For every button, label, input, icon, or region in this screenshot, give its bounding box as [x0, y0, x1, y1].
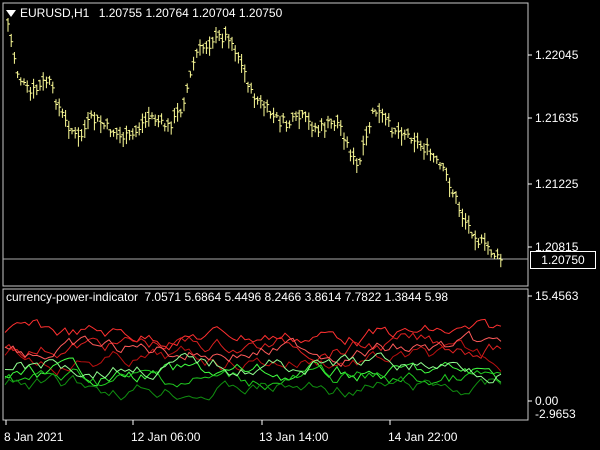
indicator-name: currency-power-indicator: [6, 290, 139, 304]
ohlc-open: 1.20755: [98, 6, 143, 20]
current-price-tag: 1.20750: [530, 251, 596, 269]
time-axis-label: 12 Jan 06:00: [131, 430, 201, 444]
indicator-lines: [4, 318, 502, 401]
time-axis-label: 13 Jan 14:00: [259, 430, 329, 444]
main-pane-frame: [2, 2, 529, 287]
mt4-chart-window: { "chart": { "symbol_label": "EURUSD,H1"…: [0, 0, 600, 450]
indicator-value: 5.98: [424, 290, 449, 304]
indicator-value: 5.6864: [184, 290, 222, 304]
indicator-value: 3.8614: [304, 290, 342, 304]
ohlc-low: 1.20704: [192, 6, 236, 20]
time-axis-label: 14 Jan 22:00: [388, 430, 458, 444]
indicator-value: 5.4496: [224, 290, 262, 304]
indicator-value: 1.3844: [384, 290, 422, 304]
chart-canvas: [2, 2, 532, 425]
indicator-scale-top: 15.4563: [535, 289, 579, 303]
indicator-scale-bottom: -2.9653: [535, 407, 576, 421]
price-axis-label: 1.21635: [535, 111, 579, 125]
chart-title: EURUSD,H1 1.20755 1.20764 1.20704 1.2075…: [20, 6, 282, 20]
indicator-value: 8.2466: [264, 290, 302, 304]
indicator-scale-zero: 0.00: [535, 394, 559, 408]
price-axis-label: 1.22045: [535, 48, 579, 62]
price-bars: [6, 18, 503, 268]
indicator-pane-frame: [2, 288, 529, 421]
indicator-title: currency-power-indicator 7.0571 5.6864 5…: [6, 290, 448, 304]
price-axis-label: 1.21225: [535, 177, 579, 191]
ohlc-high: 1.20764: [145, 6, 189, 20]
time-axis-label: 8 Jan 2021: [4, 430, 64, 444]
indicator-value: 7.0571: [144, 290, 182, 304]
ohlc-close: 1.20750: [238, 6, 283, 20]
chart-menu-arrow-icon[interactable]: [6, 10, 16, 17]
symbol-label: EURUSD,H1: [20, 6, 90, 20]
indicator-line: [4, 372, 502, 401]
indicator-value: 7.7822: [344, 290, 382, 304]
indicator-line: [4, 352, 502, 384]
